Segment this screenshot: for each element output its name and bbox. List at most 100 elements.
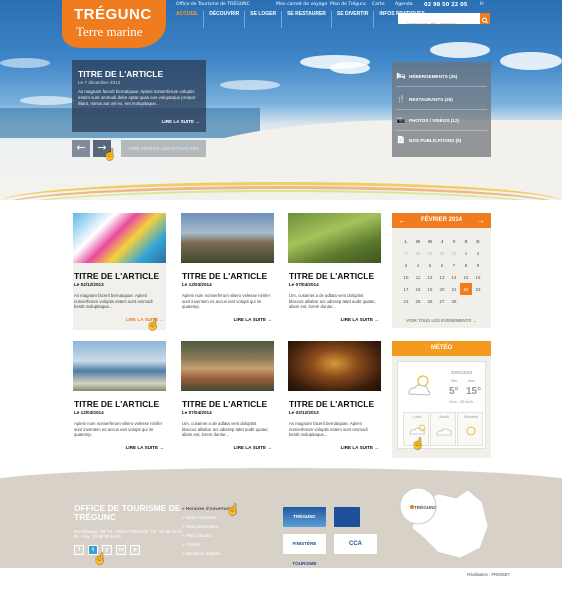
calendar-day[interactable]: 26 [424,295,436,307]
calendar-day[interactable]: 31 [448,247,460,259]
calendar-day[interactable]: 11 [412,271,424,283]
calendar-day-today[interactable]: 22 [460,283,472,295]
calendar-prev-button[interactable]: ← [398,213,406,228]
article-title[interactable]: TITRE DE L'ARTICLE [182,271,267,281]
quick-link-hebergements[interactable]: 🛏 HÉBERGEMENTS (25) [396,67,487,87]
calendar-day[interactable]: 28 [412,247,424,259]
read-more-link[interactable]: LIRE LA SUITE → [341,317,379,322]
article-text: Um, cusamet a de adlata vent doluptist b… [182,421,269,438]
calendar-day[interactable]: 4 [412,259,424,271]
read-more-link[interactable]: LIRE LA SUITE → [341,445,379,450]
calendar-day[interactable]: 29 [424,247,436,259]
calendar-day[interactable]: 25 [412,295,424,307]
all-events-link[interactable]: VOIR TOUS LES ÉVÉNEMENTS → [392,318,491,323]
carnet-link[interactable]: Mon carnet de voyage [276,2,327,7]
hero-article-title[interactable]: TITRE DE L'ARTICLE [78,69,163,79]
nav-se-loger[interactable]: Se loger [245,11,283,28]
calendar-day[interactable]: 13 [436,271,448,283]
footer-link-contact[interactable]: » Nous contacter [182,513,231,522]
article-card[interactable]: TITRE DE L'ARTICLE Le 02/12/2013 As magn… [73,213,166,330]
partner-logo-finistere[interactable]: FINISTÈRE TOURISME [283,534,326,566]
footer-link-partenaires[interactable]: » Nos partenaires [182,522,231,531]
article-image[interactable] [288,341,381,391]
language-selector[interactable]: Fr [480,2,484,7]
calendar-day[interactable]: 8 [460,259,472,271]
calendar-day[interactable]: 9 [472,259,484,271]
plan-link[interactable]: Plan de Trégunc [330,2,366,7]
calendar-day[interactable]: 15 [460,271,472,283]
all-news-button[interactable]: VOIR TOUTES LES ACTUALITÉS [121,140,206,157]
calendar-day[interactable]: 12 [424,271,436,283]
logo[interactable]: TRÉGUNC Terre marine [62,0,166,48]
calendar-day[interactable]: 24 [400,295,412,307]
read-more-link[interactable]: LIRE LA SUITE → [234,445,272,450]
calendar-day[interactable]: 30 [436,247,448,259]
calendar-day[interactable]: 7 [448,259,460,271]
article-title[interactable]: TITRE DE L'ARTICLE [182,399,267,409]
calendar-day[interactable]: 16 [472,271,484,283]
article-card[interactable]: TITRE DE L'ARTICLE Le 12/03/2014 Apieni … [181,213,274,330]
calendar-day[interactable]: 10 [400,271,412,283]
calendar-day[interactable]: 27 [400,247,412,259]
hero-read-more-link[interactable]: LIRE LA SUITE → [162,119,200,124]
nav-accueil[interactable]: Accueil [171,11,205,28]
article-title[interactable]: TITRE DE L'ARTICLE [289,271,374,281]
footer-link-credits[interactable]: » Crédits [182,540,231,549]
footer-link-plan[interactable]: » Plan d'accès [182,531,231,540]
carte-link[interactable]: Carte [372,2,385,7]
brittany-map[interactable] [398,476,494,566]
nav-se-divertir[interactable]: Se divertir [332,11,375,28]
partner-logo-label[interactable] [334,507,360,527]
calendar-day[interactable]: 6 [436,259,448,271]
linkedin-icon[interactable]: in [116,545,126,555]
forecast-day[interactable]: Mardi [430,412,456,446]
article-title[interactable]: TITRE DE L'ARTICLE [74,271,159,281]
read-more-link[interactable]: LIRE LA SUITE → [234,317,272,322]
article-image[interactable] [288,213,381,263]
article-image[interactable] [181,213,274,263]
article-image[interactable] [181,341,274,391]
calendar-day[interactable]: 21 [448,283,460,295]
calendar-day[interactable]: 28 [448,295,460,307]
article-title[interactable]: TITRE DE L'ARTICLE [289,399,374,409]
calendar-day[interactable]: 23 [472,283,484,295]
article-image[interactable] [73,341,166,391]
calendar-day[interactable]: 19 [424,283,436,295]
calendar-day[interactable] [472,295,484,307]
quick-link-restaurants[interactable]: 🍴 RESTAURANTS (45) [396,90,487,110]
calendar-day[interactable]: 20 [436,283,448,295]
quick-link-publications[interactable]: 📄 NOS PUBLICATIONS (8) [396,131,487,151]
article-card[interactable]: TITRE DE L'ARTICLE Le 02/12/2013 As magn… [288,341,381,458]
nav-se-restaurer[interactable]: Se restaurer [282,11,332,28]
calendar-day[interactable]: 5 [424,259,436,271]
calendar-day[interactable]: 27 [436,295,448,307]
nav-decouvrir[interactable]: Découvrir [204,11,246,28]
pinterest-icon[interactable]: p [130,545,140,555]
article-title[interactable]: TITRE DE L'ARTICLE [74,399,159,409]
calendar-day[interactable]: 14 [448,271,460,283]
read-more-link[interactable]: LIRE LA SUITE → [126,445,164,450]
agenda-link[interactable]: Agenda [395,2,413,7]
calendar-next-button[interactable]: → [477,213,485,228]
article-card[interactable]: TITRE DE L'ARTICLE Le 12/03/2014 Apieni … [73,341,166,458]
calendar-day[interactable] [460,295,472,307]
calendar-day[interactable]: 17 [400,283,412,295]
calendar-day[interactable]: 1 [460,247,472,259]
calendar-day[interactable]: 3 [400,259,412,271]
forecast-day[interactable]: Mercredi [457,412,483,446]
article-image[interactable] [73,213,166,263]
search-button[interactable] [480,13,490,24]
partner-logo-tregunc[interactable]: TRÉGUNC [283,507,326,527]
article-date: Le 07/04/2014 [182,410,212,415]
quick-link-photos[interactable]: 📷 PHOTOS / VIDÉOS (12) [396,111,487,131]
article-card[interactable]: TITRE DE L'ARTICLE Le 07/04/2014 Um, cus… [288,213,381,330]
calendar-day[interactable]: 18 [412,283,424,295]
calendar-day[interactable]: 2 [472,247,484,259]
slider-prev-button[interactable]: ← [72,140,90,157]
article-card[interactable]: TITRE DE L'ARTICLE Le 07/04/2014 Um, cus… [181,341,274,458]
partner-logo-cca[interactable]: CCA [334,534,377,554]
search-input[interactable] [398,19,478,30]
footer-link-horaires[interactable]: » Horaires d'ouverture [182,504,231,513]
facebook-icon[interactable]: f [74,545,84,555]
footer-link-mentions[interactable]: » Mentions légales [182,549,231,558]
